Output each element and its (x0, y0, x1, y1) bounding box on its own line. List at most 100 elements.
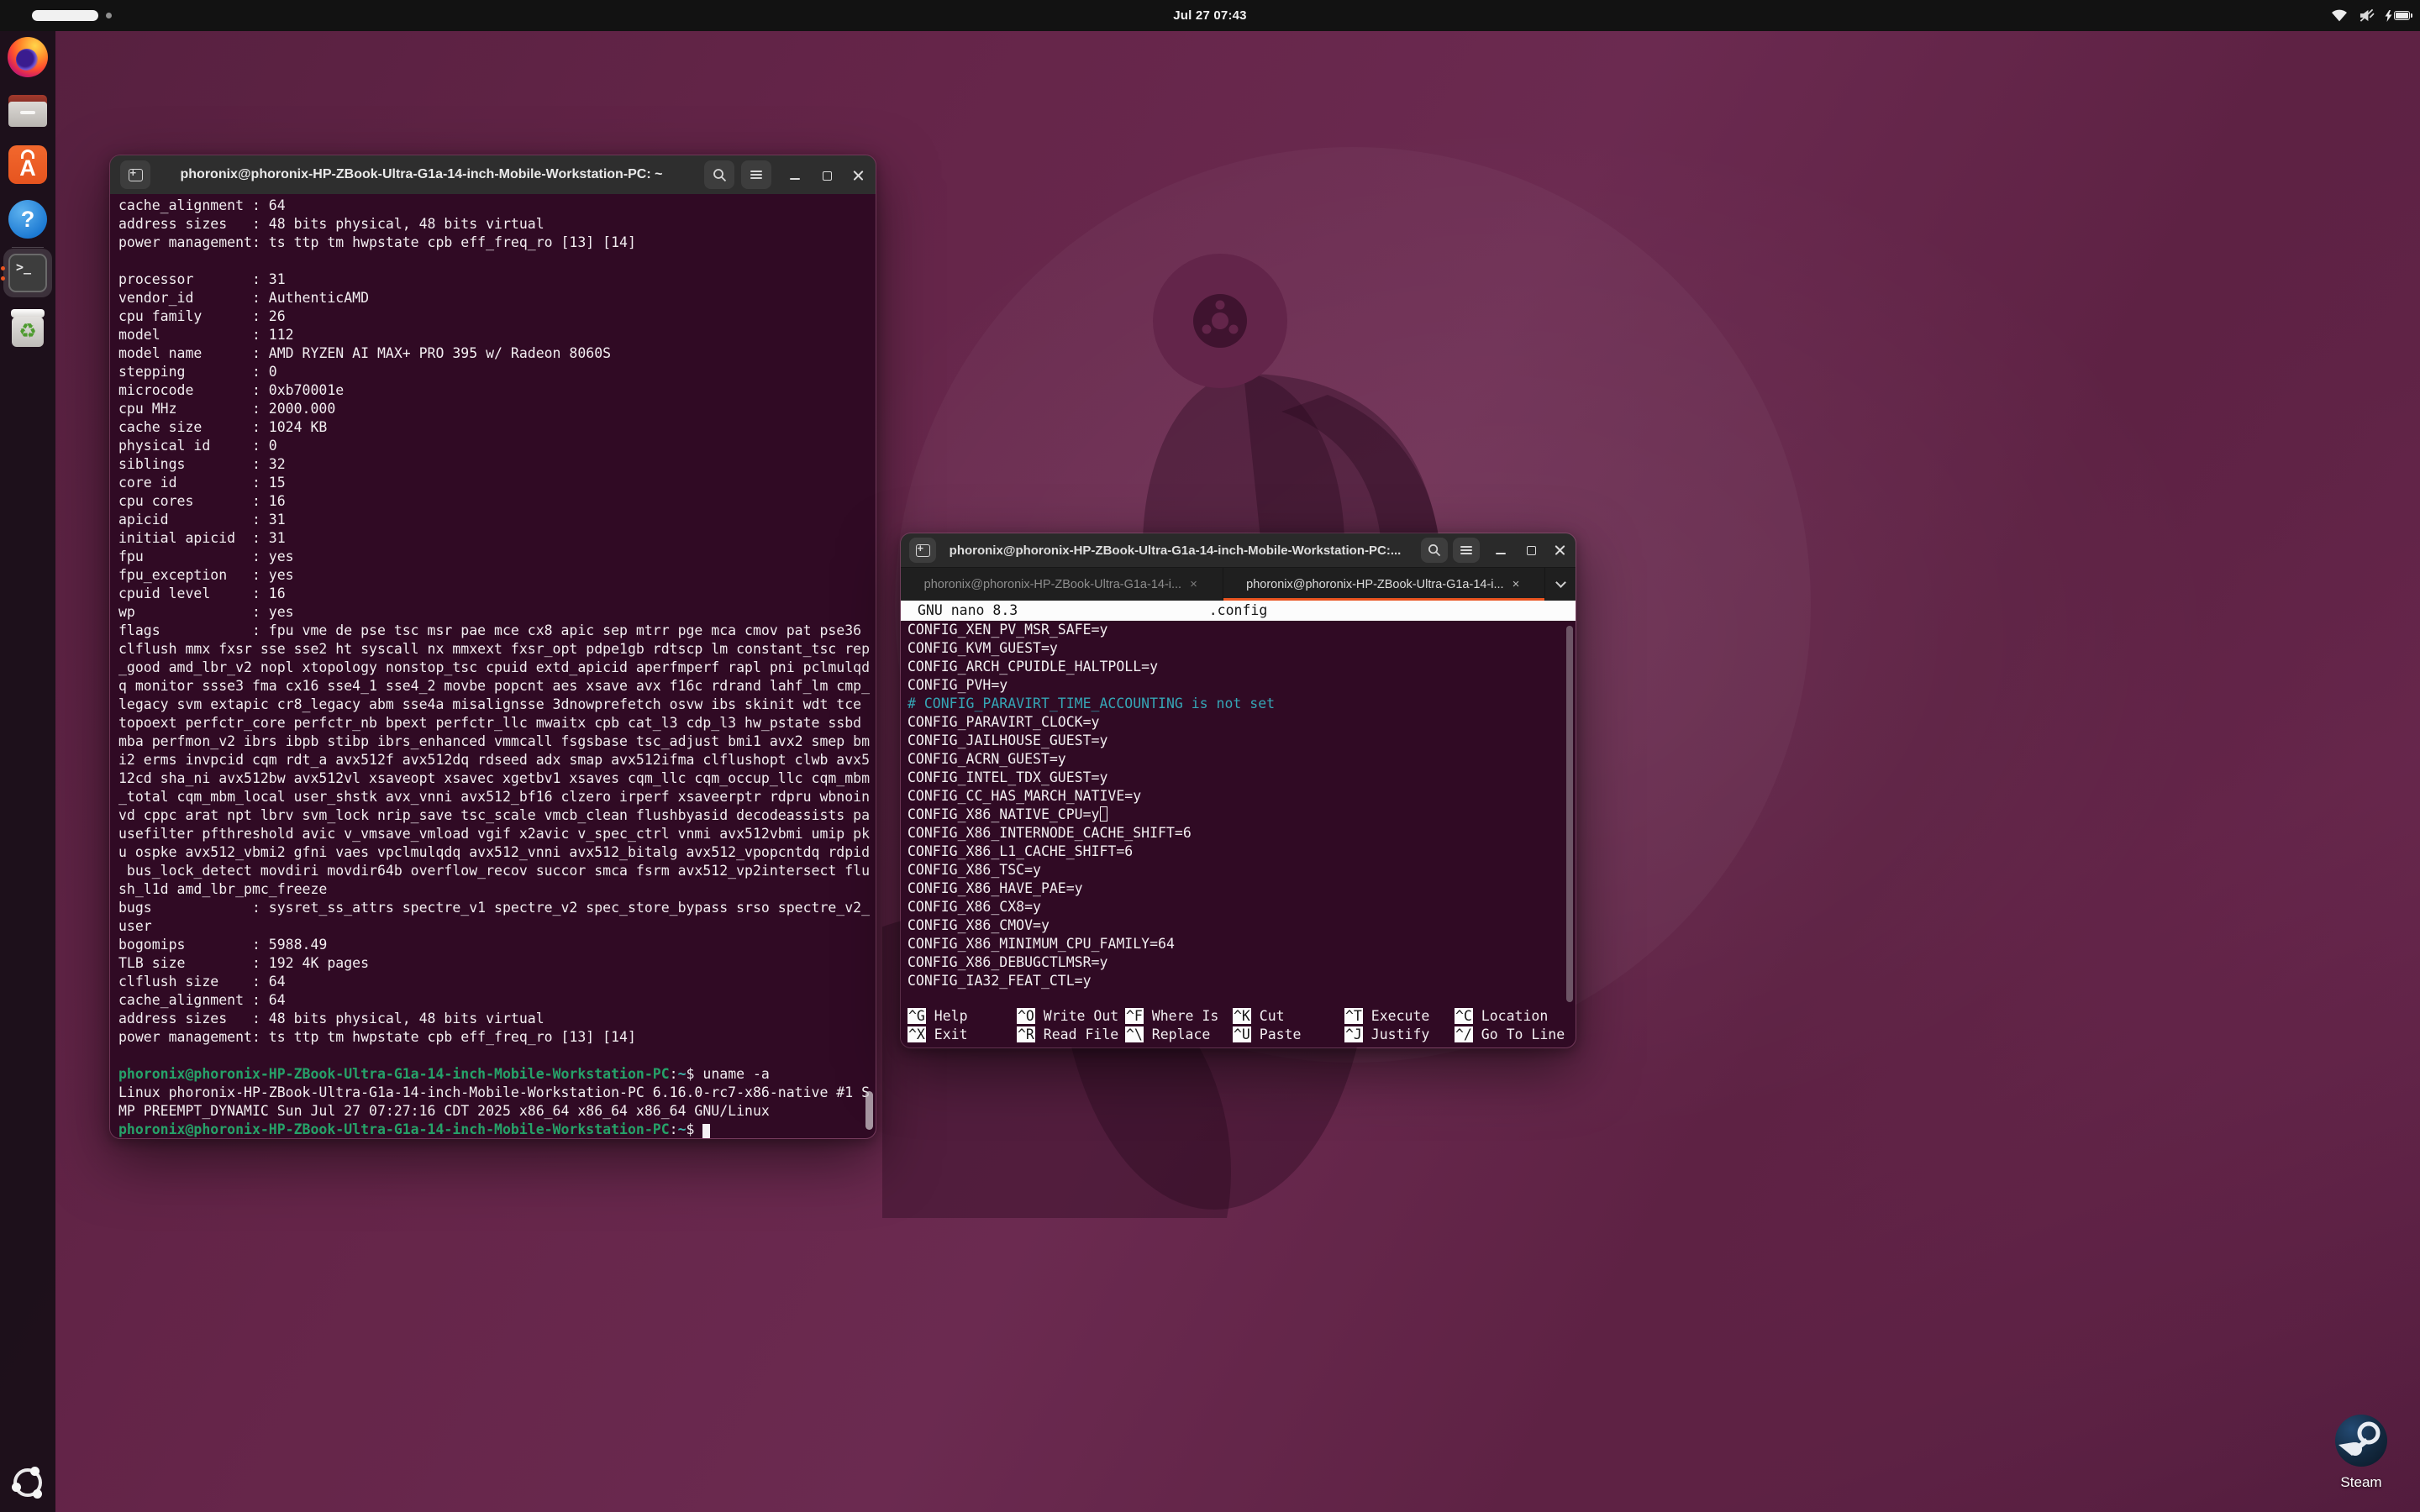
nano-lines: CONFIG_XEN_PV_MSR_SAFE=yCONFIG_KVM_GUEST… (901, 621, 1576, 990)
maximize-button[interactable] (815, 164, 839, 187)
nano-editor[interactable]: GNU nano 8.3 .config CONFIG_XEN_PV_MSR_S… (901, 601, 1576, 1048)
search-button[interactable] (704, 160, 734, 189)
shortcut-label: Go To Line (1473, 1026, 1565, 1042)
terminal-line: _good amd_lbr_v2 nopl xtopology nonstop_… (110, 659, 876, 677)
terminal-line: clflush mmx fxsr sse sse2 ht syscall nx … (110, 640, 876, 659)
terminal-line: apicid : 31 (110, 511, 876, 529)
new-tab-button[interactable] (909, 538, 936, 563)
nano-line: CONFIG_X86_CMOV=y (901, 916, 1576, 935)
wifi-icon (2330, 8, 2349, 23)
maximize-button[interactable] (1520, 539, 1542, 561)
shortcut-label: Paste (1251, 1026, 1302, 1042)
tab-bar: phoronix@phoronix-HP-ZBook-Ultra-G1a-14-… (901, 567, 1576, 601)
terminal-line: physical id : 0 (110, 437, 876, 455)
steam-desktop-icon[interactable]: Steam (2314, 1415, 2408, 1491)
tab-close-button[interactable]: × (1188, 577, 1199, 591)
terminal-line: cache_alignment : 64 (110, 991, 876, 1010)
menu-button[interactable] (741, 160, 771, 189)
terminal-line: bogomips : 5988.49 (110, 936, 876, 954)
dock-item-show-apps[interactable] (10, 1465, 45, 1500)
battery-charging-icon (2385, 10, 2410, 22)
search-button[interactable] (1421, 538, 1448, 563)
nano-shortcut: ^J Justify (1344, 1026, 1455, 1044)
terminal-line: address sizes : 48 bits physical, 48 bit… (110, 1010, 876, 1028)
terminal-line: topoext perfctr_core perfctr_nb bpext pe… (110, 714, 876, 732)
terminal-line: cache size : 1024 KB (110, 418, 876, 437)
nano-line: CONFIG_X86_MINIMUM_CPU_FAMILY=64 (901, 935, 1576, 953)
terminal-line: _total cqm_mbm_local user_shstk avx_vnni… (110, 788, 876, 806)
nano-line: CONFIG_XEN_PV_MSR_SAFE=y (901, 621, 1576, 639)
terminal-line: TLB size : 192 4K pages (110, 954, 876, 973)
minimize-button[interactable] (1490, 539, 1512, 561)
left-terminal-headerbar[interactable]: phoronix@phoronix-HP-ZBook-Ultra-G1a-14-… (110, 155, 876, 194)
terminal-tab[interactable]: phoronix@phoronix-HP-ZBook-Ultra-G1a-14-… (901, 568, 1223, 601)
tab-close-button[interactable]: × (1511, 577, 1522, 591)
shortcut-label: Help (926, 1008, 968, 1024)
shortcut-key: ^X (908, 1026, 926, 1042)
terminal-line: i2 erms invpcid cqm rdt_a avx512f avx512… (110, 751, 876, 769)
dock-item-trash[interactable]: ♻ (7, 307, 49, 349)
search-icon (1428, 543, 1441, 557)
firefox-icon (8, 37, 48, 77)
nano-scrollbar[interactable] (1566, 626, 1573, 1002)
terminal-running-dots (1, 249, 5, 297)
nano-line: # CONFIG_PARAVIRT_TIME_ACCOUNTING is not… (901, 695, 1576, 713)
terminal-line: power management: ts ttp tm hwpstate cpb… (110, 1028, 876, 1047)
terminal-line (110, 1047, 876, 1065)
right-terminal-headerbar[interactable]: phoronix@phoronix-HP-ZBook-Ultra-G1a-14-… (901, 533, 1576, 567)
dock-separator (12, 247, 44, 248)
terminal-line: flags : fpu vme de pse tsc msr pae mce c… (110, 622, 876, 640)
system-tray[interactable] (2330, 0, 2410, 31)
nano-shortcut: ^T Execute (1344, 1007, 1455, 1026)
terminal-tab[interactable]: phoronix@phoronix-HP-ZBook-Ultra-G1a-14-… (1223, 568, 1546, 601)
dock-item-help[interactable]: ? (7, 198, 49, 240)
menu-icon (750, 171, 762, 179)
dock-item-firefox[interactable] (7, 36, 49, 78)
terminal-window-left: phoronix@phoronix-HP-ZBook-Ultra-G1a-14-… (109, 155, 876, 1139)
new-tab-button[interactable] (120, 160, 150, 189)
minimize-button[interactable] (783, 164, 807, 187)
nano-line: CONFIG_ACRN_GUEST=y (901, 750, 1576, 769)
dock-item-terminal[interactable]: >_ (3, 249, 52, 297)
maximize-icon (1527, 546, 1536, 555)
terminal-line: core id : 15 (110, 474, 876, 492)
close-button[interactable] (846, 164, 870, 187)
nano-line: CONFIG_PVH=y (901, 676, 1576, 695)
nano-cursor (1100, 806, 1107, 822)
left-terminal-body[interactable]: cache_alignment : 64address sizes : 48 b… (110, 194, 876, 1139)
app-center-icon: A (8, 145, 47, 184)
shortcut-label: Location (1473, 1008, 1548, 1024)
terminal-line: model name : AMD RYZEN AI MAX+ PRO 395 w… (110, 344, 876, 363)
terminal-line: u ospke avx512_vbmi2 gfni vaes vpclmulqd… (110, 843, 876, 862)
menu-button[interactable] (1453, 538, 1480, 563)
terminal-line: vendor_id : AuthenticAMD (110, 289, 876, 307)
dock: A ? >_ ♻ (0, 31, 55, 1512)
volume-muted-icon (2358, 8, 2375, 23)
dock-item-app-center[interactable]: A (7, 144, 49, 186)
terminal-icon: >_ (8, 254, 47, 292)
nano-shortcut: ^U Paste (1233, 1026, 1344, 1044)
terminal-line: power management: ts ttp tm hwpstate cpb… (110, 234, 876, 252)
nano-line: CONFIG_X86_DEBUGCTLMSR=y (901, 953, 1576, 972)
terminal-line: cpuid level : 16 (110, 585, 876, 603)
terminal-window-right: phoronix@phoronix-HP-ZBook-Ultra-G1a-14-… (900, 533, 1576, 1048)
shortcut-label: Execute (1363, 1008, 1429, 1024)
terminal-line: cpu family : 26 (110, 307, 876, 326)
close-button[interactable] (1549, 539, 1570, 561)
shortcut-label: Exit (926, 1026, 968, 1042)
tab-list-button[interactable] (1545, 568, 1576, 601)
terminal-line: mba perfmon_v2 ibrs ibpb stibp ibrs_enha… (110, 732, 876, 751)
terminal-line: user (110, 917, 876, 936)
clock[interactable]: Jul 27 07:43 (0, 0, 2420, 31)
shortcut-key: ^C (1455, 1008, 1473, 1024)
steam-icon-label: Steam (2314, 1474, 2408, 1491)
terminal-line: MP PREEMPT_DYNAMIC Sun Jul 27 07:27:16 C… (110, 1102, 876, 1121)
terminal-line: usefilter pfthreshold avic v_vmsave_vmlo… (110, 825, 876, 843)
terminal-line: clflush size : 64 (110, 973, 876, 991)
nano-shortcuts: ^G Help^O Write Out^F Where Is^K Cut^T E… (908, 1007, 1570, 1044)
terminal-line: fpu : yes (110, 548, 876, 566)
files-icon (8, 95, 47, 127)
new-tab-icon (916, 544, 930, 557)
left-terminal-scrollbar[interactable] (865, 1091, 873, 1130)
dock-item-files[interactable] (7, 90, 49, 132)
